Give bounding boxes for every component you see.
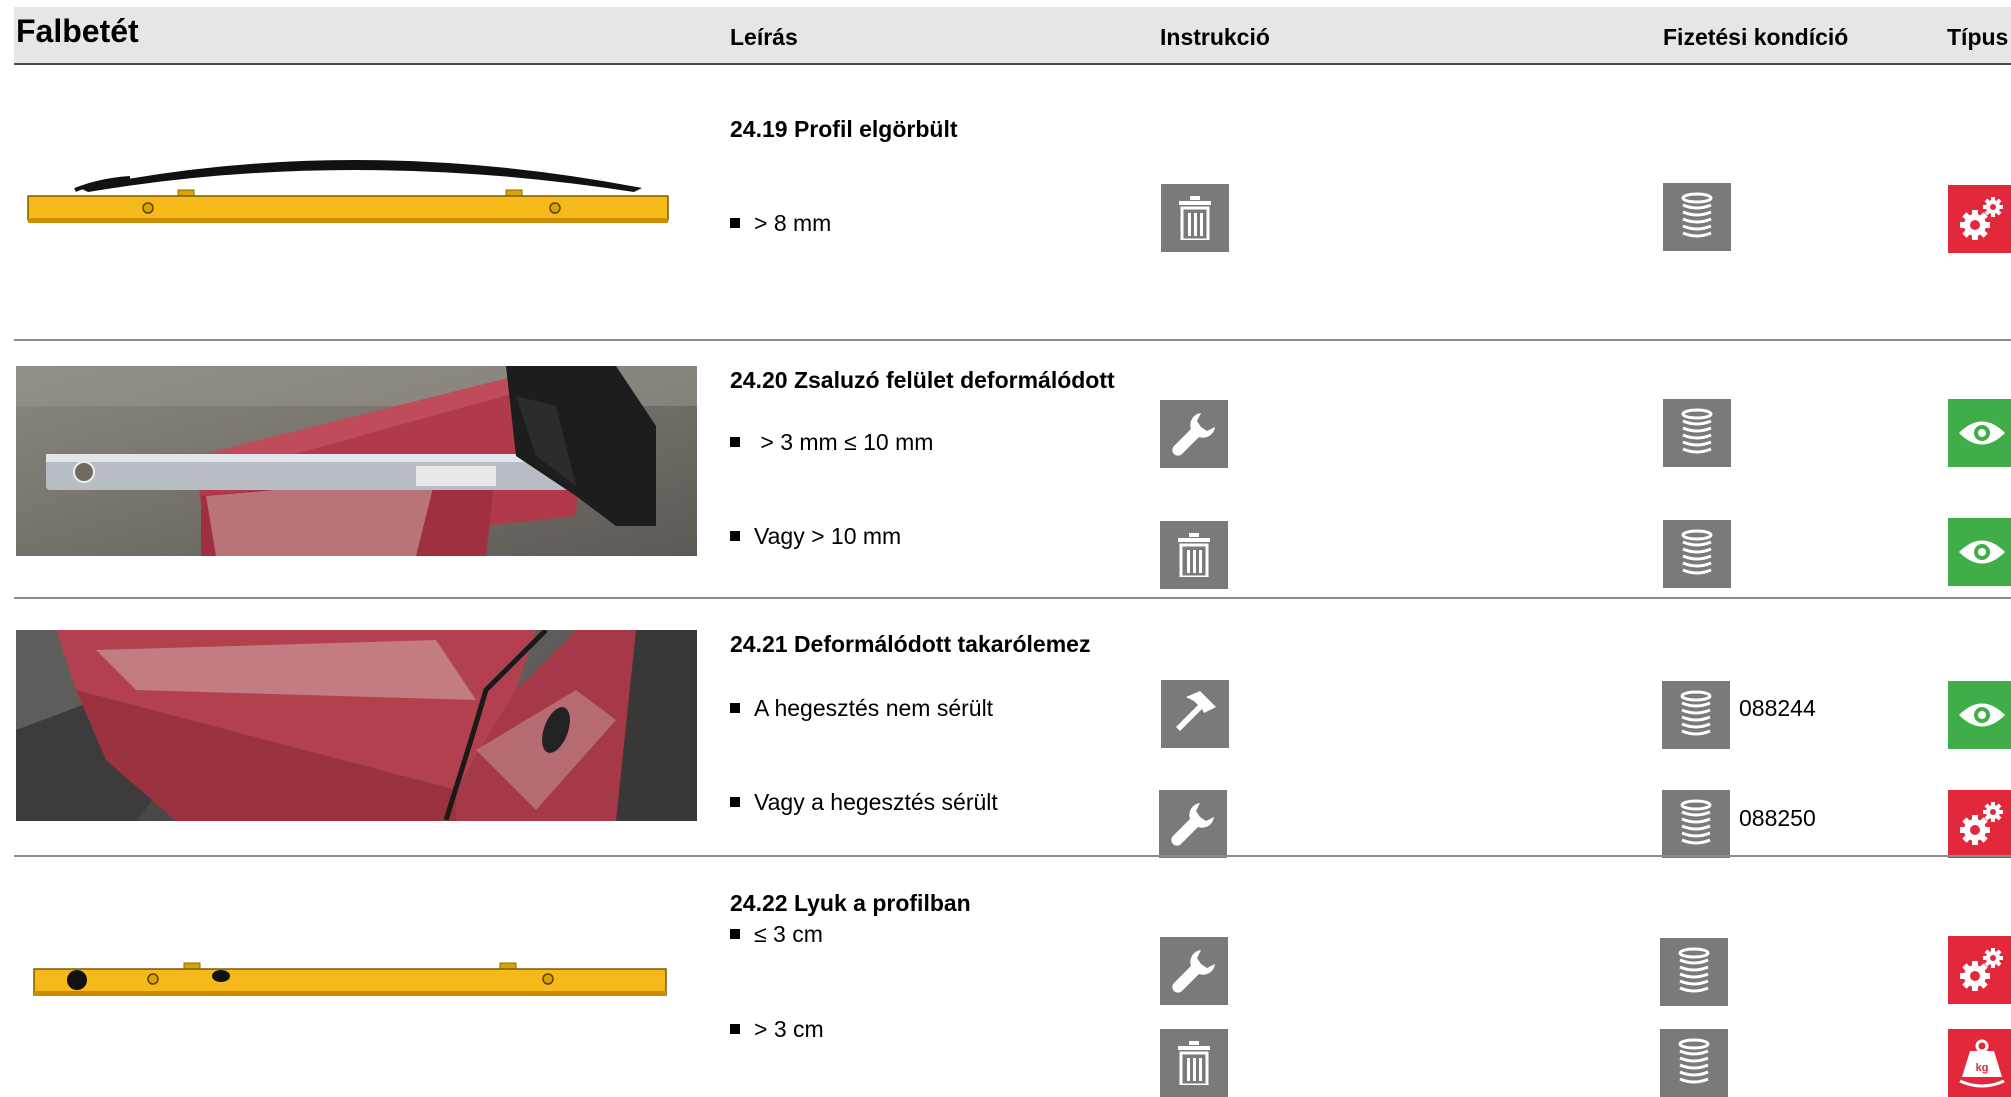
eye-icon [1948,399,2011,467]
weight-kg-label: kg [1976,1062,1989,1074]
article-code: 088250 [1739,805,1816,831]
condition-item: > 3 mm ≤ 10 mm [730,429,933,456]
deformed-cover-plate-photo [16,630,697,821]
condition-item: A hegesztés nem sérült [730,695,993,722]
condition-item: Vagy a hegesztés sérült [730,789,998,816]
column-header-type: Típus [1947,24,2009,50]
gears-icon [1948,790,2011,858]
coin-stack-icon [1660,1029,1728,1097]
eye-icon [1948,681,2011,749]
wrench-icon [1159,790,1227,858]
article-code: 088244 [1739,695,1816,721]
condition-item: > 3 cm [730,1016,824,1043]
section-title: 24.21 Deformálódott takarólemez [730,631,1091,657]
table-header: Falbetét Leírás Instrukció Fizetési kond… [14,7,2011,65]
gears-icon [1948,185,2011,253]
coin-stack-icon [1662,681,1730,749]
coin-stack-icon [1663,520,1731,588]
row-divider [14,855,2011,857]
coin-stack-icon [1663,183,1731,251]
column-header-description: Leírás [730,24,798,50]
trash-icon [1160,521,1228,589]
hammer-icon [1161,680,1229,748]
wrench-icon [1160,937,1228,1005]
row-divider [14,339,2011,341]
section-title: 24.19 Profil elgörbült [730,116,958,142]
coin-stack-icon [1660,938,1728,1006]
section-title: 24.20 Zsaluzó felület deformálódott [730,367,1115,393]
coin-stack-icon [1663,399,1731,467]
column-header-instruction: Instrukció [1160,24,1270,50]
trash-icon [1160,1029,1228,1097]
row-divider [14,597,2011,599]
wrench-icon [1160,400,1228,468]
column-header-payment: Fizetési kondíció [1663,24,1849,50]
gears-icon [1948,936,2011,1004]
weight-kg-icon: kg [1948,1029,2011,1097]
profile-with-holes-drawing [30,955,670,1005]
condition-item: > 8 mm [730,210,831,237]
bent-profile-drawing [20,140,680,240]
condition-item: Vagy > 10 mm [730,523,901,550]
condition-item: ≤ 3 cm [730,921,823,948]
eye-icon [1948,518,2011,586]
coin-stack-icon [1662,790,1730,858]
section-title: 24.22 Lyuk a profilban [730,890,971,916]
deformed-formwork-photo [16,366,697,556]
trash-icon [1161,184,1229,252]
page-title: Falbetét [16,13,139,49]
